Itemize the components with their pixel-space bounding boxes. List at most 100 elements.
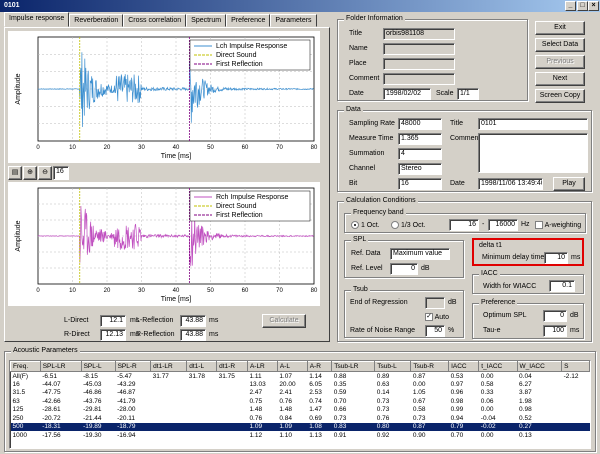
a-weighting-checkbox[interactable]: A-weighting <box>535 221 581 229</box>
table-cell: 0.06 <box>480 397 494 405</box>
table-cell: 6.05 <box>309 380 322 388</box>
ref-data-field[interactable]: Maximum value <box>390 248 450 260</box>
tau-e-field[interactable]: 100 <box>543 325 567 337</box>
column-header[interactable]: A-LR <box>246 361 278 372</box>
table-cell: 0.87 <box>412 372 426 380</box>
oct1-radio[interactable]: 1 Oct. <box>351 221 380 229</box>
column-header[interactable]: SPL-LR <box>39 361 82 372</box>
table-cell <box>187 380 217 389</box>
zoom-value[interactable]: 16 <box>53 166 69 180</box>
table-row[interactable]: 31.5 -47.75 -46.86 -46.87 2.47 2.41 2.53 0.59 0.… <box>11 389 590 398</box>
rch-plot[interactable]: 0 10 20 30 40 50 60 70 80 Time [ms] Amplitude Rch I… <box>8 182 320 306</box>
width-wiacc-field[interactable]: 0.1 <box>549 280 575 292</box>
table-cell: 0.76 <box>279 397 292 405</box>
column-header[interactable]: S <box>561 361 590 372</box>
acoustic-params-group: Acoustic Parameters Freq. SPL-LR SPL-L SPL-… <box>4 347 596 452</box>
preference-group: Preference Optimum SPL 0 dB Tau-e 100 ms <box>472 299 584 339</box>
column-header[interactable]: dt1-LR <box>150 361 188 372</box>
screen-copy-button[interactable]: Screen Copy <box>535 89 585 103</box>
lch-plot[interactable]: 0 10 20 30 40 50 60 70 80 Time [ms] Amplitude Lch I… <box>8 31 320 163</box>
tab-cross-correlation[interactable]: Cross correlation <box>123 14 187 27</box>
column-header[interactable]: SPL-L <box>80 361 116 372</box>
channel-label: Channel <box>349 165 376 172</box>
noise-field[interactable]: 50 <box>425 325 445 337</box>
column-header[interactable]: dt1-R <box>216 361 248 372</box>
column-header[interactable]: dt1-L <box>186 361 218 372</box>
end-regression-field[interactable] <box>425 297 445 309</box>
oct3-radio[interactable]: 1/3 Oct. <box>391 221 425 229</box>
tab-reverberation[interactable]: Reverberation <box>69 14 124 27</box>
column-header[interactable]: A-R <box>306 361 333 372</box>
table-cell <box>151 389 187 398</box>
table-row[interactable]: 63 -42.66 -43.76 -41.79 0.75 0.76 0.74 0.70 0.73… <box>11 397 590 406</box>
next-button[interactable]: Next <box>535 72 585 86</box>
column-header[interactable]: Tsub-L <box>374 361 412 372</box>
title-bar: 0101 _ □ × <box>0 0 600 12</box>
minimize-icon[interactable]: _ <box>565 1 576 11</box>
noise-unit: % <box>448 327 455 334</box>
table-row[interactable]: 125 -28.61 -29.81 -28.00 1.48 1.48 1.47 0.66 0.7… <box>11 406 590 415</box>
r-direct-field[interactable]: 12.13 <box>100 329 126 341</box>
table-row[interactable]: 500 -18.31 -19.89 -18.79 1.09 1.09 1.08 0.83 0.8… <box>10 422 590 431</box>
table-cell <box>562 389 590 398</box>
table-cell: -6.51 <box>42 372 58 380</box>
table-row[interactable]: All(F) -6.51 -8.15 -5.47 31.77 31.78 31.75 1.11… <box>11 372 590 381</box>
min-delay-unit: ms <box>571 254 581 261</box>
table-cell: 0.66 <box>333 406 347 414</box>
table-cell: All(F) <box>12 372 29 380</box>
select-data-button[interactable]: Select Data <box>535 38 585 52</box>
column-header[interactable]: IACC <box>448 361 480 372</box>
column-header[interactable]: SPL-R <box>114 361 152 372</box>
table-cell: 1.47 <box>309 406 322 414</box>
column-header[interactable]: A-L <box>276 361 308 372</box>
end-regression-label: End of Regression <box>350 299 408 306</box>
auto-checkbox[interactable]: ✓ Auto <box>425 313 449 321</box>
table-cell: -19.89 <box>81 422 116 431</box>
table-row[interactable]: 1000 -17.56 -19.30 -16.94 1.12 1.10 1.13 0.91 0.… <box>11 431 590 440</box>
freq-high-field[interactable]: 16000 <box>488 219 518 231</box>
previous-button[interactable]: Previous <box>535 55 585 69</box>
table-row[interactable]: 16 -44.07 -45.03 -43.29 13.03 20.00 6.05 0.35 0.… <box>11 380 590 389</box>
column-header[interactable]: W_IACC <box>516 361 563 372</box>
table-cell <box>150 422 187 431</box>
table-cell: 31.77 <box>152 372 169 380</box>
tab-preference[interactable]: Preference <box>226 14 271 27</box>
table-cell: -28.00 <box>117 406 136 414</box>
acoustic-table-box[interactable]: Freq. SPL-LR SPL-L SPL-R dt1-LR dt1-L dt1-R A-L… <box>9 360 591 449</box>
table-cell: 31.5 <box>12 389 26 397</box>
optimum-spl-field[interactable]: 0 <box>543 310 567 322</box>
maximize-icon[interactable]: □ <box>577 1 588 11</box>
table-cell: 3.87 <box>519 389 532 397</box>
zoom-out-icon[interactable]: ⊖ <box>38 166 52 180</box>
zoom-in-icon[interactable]: ⊕ <box>23 166 37 180</box>
column-header[interactable]: Tsub-LR <box>331 361 376 372</box>
table-cell: 0.91 <box>333 431 347 439</box>
ref-level-field[interactable]: 0 <box>390 263 418 275</box>
tab-impulse-response[interactable]: Impulse response <box>4 12 70 27</box>
freq-low-field[interactable]: 16 <box>449 219 479 231</box>
print-icon[interactable]: ▤ <box>8 166 22 180</box>
tab-parameters[interactable]: Parameters <box>270 14 317 27</box>
column-header[interactable]: t_IACC <box>478 361 518 372</box>
l-reflection-field[interactable]: 43.88 <box>180 315 206 327</box>
exit-button[interactable]: Exit <box>535 21 585 35</box>
table-cell: 1.48 <box>249 406 263 414</box>
legend-entry: Direct Sound <box>216 52 257 59</box>
freq-unit: Hz <box>521 221 530 228</box>
table-cell: -44.07 <box>42 380 61 388</box>
tab-spectrum[interactable]: Spectrum <box>186 14 227 27</box>
play-button[interactable]: Play <box>553 177 585 191</box>
table-cell: 0.75 <box>249 397 263 405</box>
table-cell: 13.03 <box>249 380 266 388</box>
l-direct-field[interactable]: 12.1 <box>100 315 126 327</box>
r-reflection-field[interactable]: 43.88 <box>180 329 206 341</box>
column-header[interactable]: Tsub-R <box>410 361 450 372</box>
table-row[interactable]: 250 -20.72 -21.44 -20.11 0.76 0.84 0.69 0.73 0.7… <box>11 414 590 423</box>
bit-label: Bit <box>349 180 358 187</box>
table-cell <box>151 406 187 415</box>
min-delay-field[interactable]: 10 <box>544 252 568 264</box>
close-icon[interactable]: × <box>588 1 599 11</box>
column-header[interactable]: Freq. <box>10 361 41 372</box>
calculate-button[interactable]: Calculate <box>262 314 306 328</box>
table-cell <box>216 422 248 431</box>
